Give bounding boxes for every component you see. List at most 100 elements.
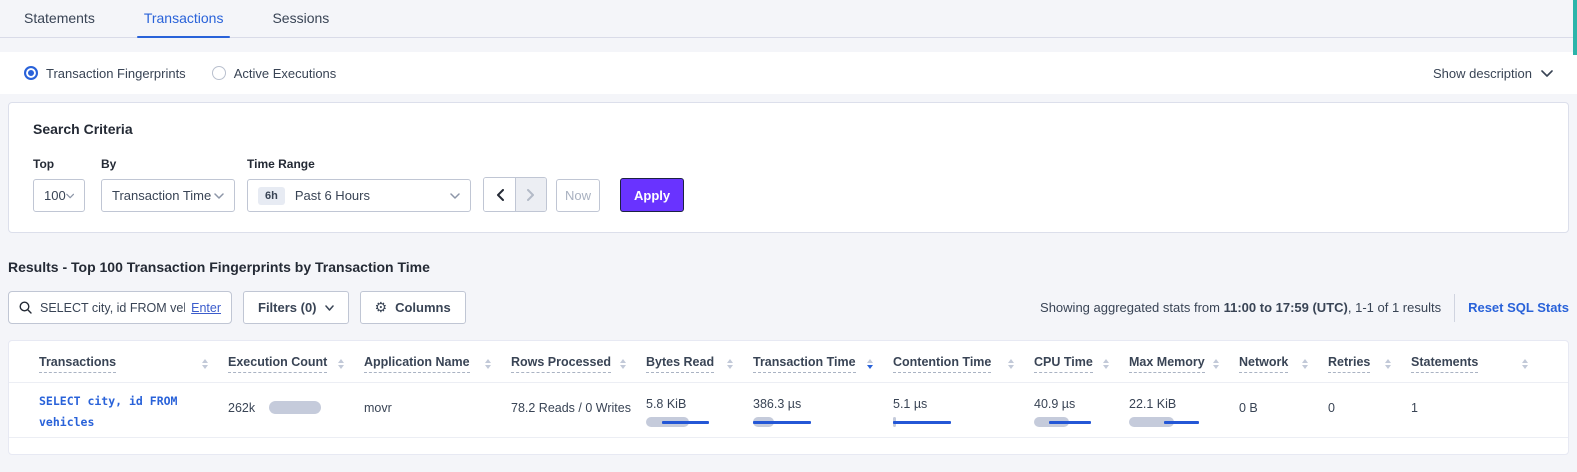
columns-label: Columns <box>395 300 451 315</box>
radio-selected-icon <box>24 66 38 80</box>
search-criteria-form: Top 100 By Transaction Time Time Range 6… <box>33 157 1544 212</box>
gear-icon: ⚙ <box>375 301 388 315</box>
cell-retries: 0 <box>1328 383 1411 437</box>
max-memory-bar <box>1129 416 1199 428</box>
radio-label: Transaction Fingerprints <box>46 66 186 81</box>
top-field-label: Top <box>33 157 85 171</box>
time-range-previous-button[interactable] <box>484 178 515 211</box>
cell-network: 0 B <box>1239 383 1328 437</box>
time-range-field-label: Time Range <box>247 157 471 171</box>
reset-sql-stats-link[interactable]: Reset SQL Stats <box>1468 300 1569 315</box>
column-header-statements[interactable]: Statements <box>1411 341 1548 382</box>
sort-icon <box>1008 359 1014 369</box>
sql-activity-tabbar: Statements Transactions Sessions <box>0 0 1577 38</box>
column-header-contention-time[interactable]: Contention Time <box>893 341 1034 382</box>
show-description-toggle[interactable]: Show description <box>1433 66 1553 81</box>
cell-max-memory: 22.1 KiB <box>1129 383 1239 437</box>
column-header-rows-processed[interactable]: Rows Processed <box>511 341 646 382</box>
time-range-select[interactable]: 6h Past 6 Hours <box>247 179 471 212</box>
sort-icon <box>485 359 491 369</box>
transaction-time-bar <box>753 416 823 428</box>
now-button[interactable]: Now <box>556 179 600 212</box>
chevron-right-icon <box>527 189 535 201</box>
column-header-bytes-read[interactable]: Bytes Read <box>646 341 753 382</box>
column-header-execution-count[interactable]: Execution Count <box>228 341 364 382</box>
column-header-transactions[interactable]: Transactions <box>39 341 228 382</box>
by-select-value: Transaction Time <box>112 188 211 203</box>
sort-icon <box>1213 359 1219 369</box>
chevron-left-icon <box>496 189 504 201</box>
stats-time-range: 11:00 to 17:59 (UTC) <box>1224 300 1348 315</box>
sort-icon <box>620 359 626 369</box>
time-range-next-button[interactable] <box>515 178 546 211</box>
chevron-down-icon <box>1541 70 1553 77</box>
transactions-table-card: Transactions Execution Count Application… <box>8 340 1569 455</box>
column-header-cpu-time[interactable]: CPU Time <box>1034 341 1129 382</box>
apply-button[interactable]: Apply <box>620 178 684 212</box>
scroll-edge-strip <box>1573 0 1577 55</box>
search-criteria-title: Search Criteria <box>33 121 1544 137</box>
contention-time-bar <box>893 416 963 428</box>
columns-button[interactable]: ⚙ Columns <box>360 291 466 324</box>
search-enter-button[interactable]: Enter <box>191 301 221 315</box>
chevron-down-icon <box>214 193 224 199</box>
column-header-retries[interactable]: Retries <box>1328 341 1411 382</box>
tab-sessions[interactable]: Sessions <box>272 10 329 37</box>
sort-icon <box>727 359 733 369</box>
results-heading: Results - Top 100 Transaction Fingerprin… <box>8 259 1569 275</box>
results-toolbar: Enter Filters (0) ⚙ Columns Showing aggr… <box>8 291 1569 324</box>
column-header-transaction-time[interactable]: Transaction Time <box>753 341 893 382</box>
by-select[interactable]: Transaction Time <box>101 179 235 212</box>
sort-icon <box>1103 359 1109 369</box>
execution-count-bar <box>269 401 321 414</box>
toolbar-divider <box>1454 294 1455 322</box>
cell-contention-time: 5.1 µs <box>893 383 1034 437</box>
column-header-network[interactable]: Network <box>1239 341 1328 382</box>
cpu-time-bar <box>1034 416 1104 428</box>
cell-bytes-read: 5.8 KiB <box>646 383 753 437</box>
aggregated-stats-text: Showing aggregated stats from 11:00 to 1… <box>1040 300 1441 315</box>
radio-unselected-icon <box>212 66 226 80</box>
cell-application-name: movr <box>364 383 511 437</box>
chevron-down-icon <box>325 305 334 311</box>
column-header-max-memory[interactable]: Max Memory <box>1129 341 1239 382</box>
search-input[interactable] <box>40 301 185 315</box>
sort-desc-icon <box>867 359 873 369</box>
search-box[interactable]: Enter <box>8 291 232 324</box>
top-select-value: 100 <box>44 188 66 203</box>
table-row: SELECT city, id FROM vehicles 262k movr … <box>9 383 1568 438</box>
cell-rows-processed: 78.2 Reads / 0 Writes <box>511 383 646 437</box>
tab-transactions[interactable]: Transactions <box>144 10 224 37</box>
filters-button[interactable]: Filters (0) <box>243 291 349 324</box>
by-field-label: By <box>101 157 235 171</box>
radio-label: Active Executions <box>234 66 337 81</box>
column-header-application-name[interactable]: Application Name <box>364 341 511 382</box>
radio-active-executions[interactable]: Active Executions <box>212 66 337 81</box>
transaction-fingerprint-link[interactable]: SELECT city, id FROM vehicles <box>39 383 228 437</box>
table-header-row: Transactions Execution Count Application… <box>9 341 1568 383</box>
radio-transaction-fingerprints[interactable]: Transaction Fingerprints <box>24 66 186 81</box>
view-toggle-strip: Transaction Fingerprints Active Executio… <box>0 52 1577 94</box>
sort-icon <box>1302 359 1308 369</box>
search-criteria-card: Search Criteria Top 100 By Transaction T… <box>8 102 1569 233</box>
sort-icon <box>202 359 208 369</box>
bytes-read-bar <box>646 416 716 428</box>
top-field: Top 100 <box>33 157 85 212</box>
time-range-value: Past 6 Hours <box>295 188 450 203</box>
chevron-down-icon <box>66 193 74 199</box>
sort-icon <box>338 359 344 369</box>
chevron-down-icon <box>450 193 460 199</box>
cell-execution-count: 262k <box>228 383 364 437</box>
cell-cpu-time: 40.9 µs <box>1034 383 1129 437</box>
by-field: By Transaction Time <box>101 157 235 212</box>
filters-label: Filters (0) <box>258 300 317 315</box>
sort-icon <box>1522 359 1528 369</box>
top-select[interactable]: 100 <box>33 179 85 212</box>
sort-icon <box>1385 359 1391 369</box>
tab-statements[interactable]: Statements <box>24 10 95 37</box>
time-range-field: Time Range 6h Past 6 Hours <box>247 157 471 212</box>
search-icon <box>19 301 32 314</box>
cell-transaction-time: 386.3 µs <box>753 383 893 437</box>
show-description-label: Show description <box>1433 66 1532 81</box>
cell-statements: 1 <box>1411 383 1548 437</box>
